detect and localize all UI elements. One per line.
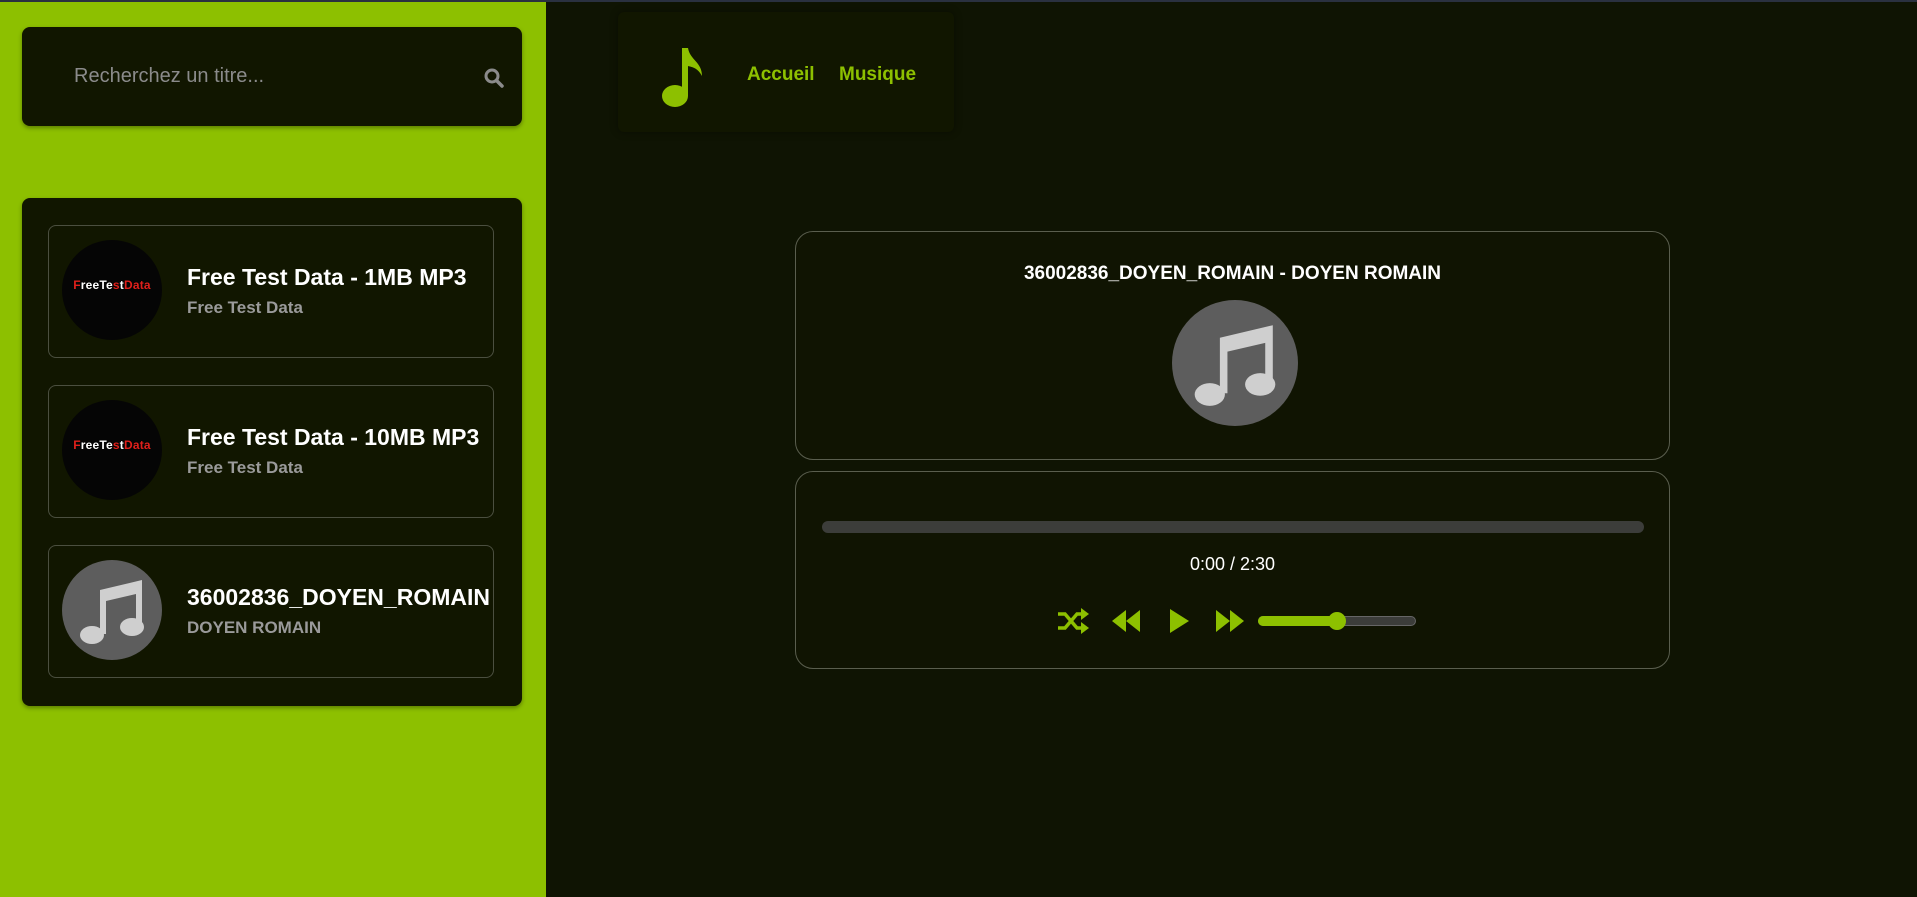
track-cover: [62, 560, 162, 660]
track-title: Free Test Data - 10MB MP3: [187, 424, 480, 450]
fast-forward-icon[interactable]: [1214, 606, 1246, 636]
music-note-logo-icon[interactable]: [658, 46, 708, 110]
volume-fill: [1258, 616, 1337, 626]
track-artist: Free Test Data: [187, 298, 303, 317]
search-input[interactable]: [72, 55, 456, 97]
top-navbar: Accueil Musique: [618, 12, 954, 132]
playlist-item[interactable]: FreeTestData Free Test Data - 1MB MP3 Fr…: [48, 225, 494, 358]
time-display: 0:00 / 2:30: [1189, 554, 1276, 574]
now-playing-cover: [1172, 300, 1298, 426]
freetestdata-logo: FreeTestData: [73, 438, 151, 452]
search-icon[interactable]: [482, 66, 506, 90]
sidebar: FreeTestData Free Test Data - 1MB MP3 Fr…: [0, 2, 546, 897]
volume-thumb[interactable]: [1328, 612, 1346, 630]
now-playing-card: 36002836_DOYEN_ROMAIN - DOYEN ROMAIN: [795, 231, 1670, 460]
playlist-item[interactable]: FreeTestData Free Test Data - 10MB MP3 F…: [48, 385, 494, 518]
nav-link-musique[interactable]: Musique: [839, 64, 916, 86]
track-cover: FreeTestData: [62, 400, 162, 500]
search-bar: [22, 27, 522, 126]
rewind-icon[interactable]: [1110, 606, 1142, 636]
music-note-icon: [80, 580, 144, 644]
volume-slider[interactable]: [1258, 612, 1416, 630]
track-cover: FreeTestData: [62, 240, 162, 340]
track-artist: DOYEN ROMAIN: [187, 618, 322, 637]
playlist: FreeTestData Free Test Data - 1MB MP3 Fr…: [22, 198, 522, 706]
track-artist: Free Test Data: [187, 458, 303, 477]
nav-link-accueil[interactable]: Accueil: [747, 64, 815, 86]
now-playing-title: 36002836_DOYEN_ROMAIN - DOYEN ROMAIN: [1023, 263, 1442, 284]
play-icon[interactable]: [1166, 606, 1192, 636]
music-note-icon: [1194, 325, 1276, 406]
shuffle-icon[interactable]: [1056, 606, 1090, 636]
track-title: Free Test Data - 1MB MP3: [187, 264, 467, 290]
freetestdata-logo: FreeTestData: [73, 278, 151, 292]
track-title: 36002836_DOYEN_ROMAIN: [187, 584, 490, 610]
player-controls-card: 0:00 / 2:30: [795, 471, 1670, 669]
progress-bar[interactable]: [822, 521, 1644, 533]
playlist-item[interactable]: 36002836_DOYEN_ROMAIN DOYEN ROMAIN: [48, 545, 494, 678]
